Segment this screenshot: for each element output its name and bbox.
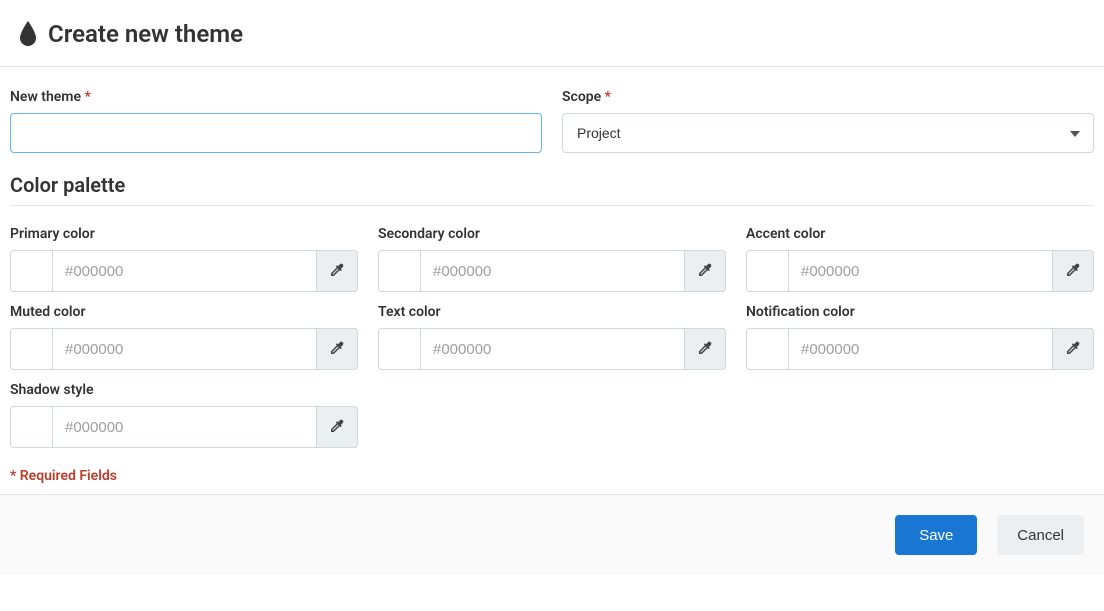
eyedropper-icon — [697, 262, 713, 281]
shadow-style-field: Shadow style — [10, 382, 358, 448]
color-grid: Primary color Secondary color — [10, 226, 1094, 448]
required-marker: * — [84, 89, 90, 105]
accent-color-field: Accent color — [746, 226, 1094, 292]
cancel-button[interactable]: Cancel — [997, 515, 1084, 555]
accent-color-picker-button[interactable] — [1052, 250, 1094, 292]
theme-name-field: New theme * — [10, 89, 542, 153]
eyedropper-icon — [1065, 340, 1081, 359]
scope-label: Scope * — [562, 89, 1094, 105]
accent-color-swatch[interactable] — [746, 250, 788, 292]
primary-color-field: Primary color — [10, 226, 358, 292]
tint-icon — [18, 21, 38, 47]
scope-field: Scope * Project — [562, 89, 1094, 153]
palette-section-title: Color palette — [10, 173, 1094, 197]
text-color-label: Text color — [378, 304, 726, 320]
primary-color-input[interactable] — [52, 250, 316, 292]
eyedropper-icon — [329, 262, 345, 281]
secondary-color-swatch[interactable] — [378, 250, 420, 292]
primary-color-picker-button[interactable] — [316, 250, 358, 292]
theme-name-label: New theme * — [10, 89, 542, 105]
muted-color-label: Muted color — [10, 304, 358, 320]
notification-color-swatch[interactable] — [746, 328, 788, 370]
form-body: New theme * Scope * Project Color palett… — [0, 67, 1104, 494]
page-title: Create new theme — [48, 20, 243, 48]
save-button[interactable]: Save — [895, 515, 977, 555]
accent-color-label: Accent color — [746, 226, 1094, 242]
eyedropper-icon — [329, 418, 345, 437]
scope-select[interactable]: Project — [562, 113, 1094, 153]
text-color-swatch[interactable] — [378, 328, 420, 370]
primary-color-label: Primary color — [10, 226, 358, 242]
muted-color-field: Muted color — [10, 304, 358, 370]
secondary-color-input[interactable] — [420, 250, 684, 292]
footer: Save Cancel — [0, 494, 1104, 575]
primary-color-swatch[interactable] — [10, 250, 52, 292]
muted-color-swatch[interactable] — [10, 328, 52, 370]
eyedropper-icon — [697, 340, 713, 359]
required-fields-note: * Required Fields — [10, 468, 1094, 484]
secondary-color-label: Secondary color — [378, 226, 726, 242]
notification-color-picker-button[interactable] — [1052, 328, 1094, 370]
secondary-color-field: Secondary color — [378, 226, 726, 292]
shadow-style-input[interactable] — [52, 406, 316, 448]
text-color-field: Text color — [378, 304, 726, 370]
required-marker: * — [605, 89, 611, 105]
muted-color-input[interactable] — [52, 328, 316, 370]
notification-color-label: Notification color — [746, 304, 1094, 320]
secondary-color-picker-button[interactable] — [684, 250, 726, 292]
notification-color-input[interactable] — [788, 328, 1052, 370]
palette-divider — [10, 205, 1094, 206]
muted-color-picker-button[interactable] — [316, 328, 358, 370]
accent-color-input[interactable] — [788, 250, 1052, 292]
text-color-picker-button[interactable] — [684, 328, 726, 370]
page-header: Create new theme — [0, 0, 1104, 66]
theme-name-input[interactable] — [10, 113, 542, 153]
shadow-style-swatch[interactable] — [10, 406, 52, 448]
eyedropper-icon — [1065, 262, 1081, 281]
text-color-input[interactable] — [420, 328, 684, 370]
shadow-style-label: Shadow style — [10, 382, 358, 398]
notification-color-field: Notification color — [746, 304, 1094, 370]
shadow-style-picker-button[interactable] — [316, 406, 358, 448]
eyedropper-icon — [329, 340, 345, 359]
